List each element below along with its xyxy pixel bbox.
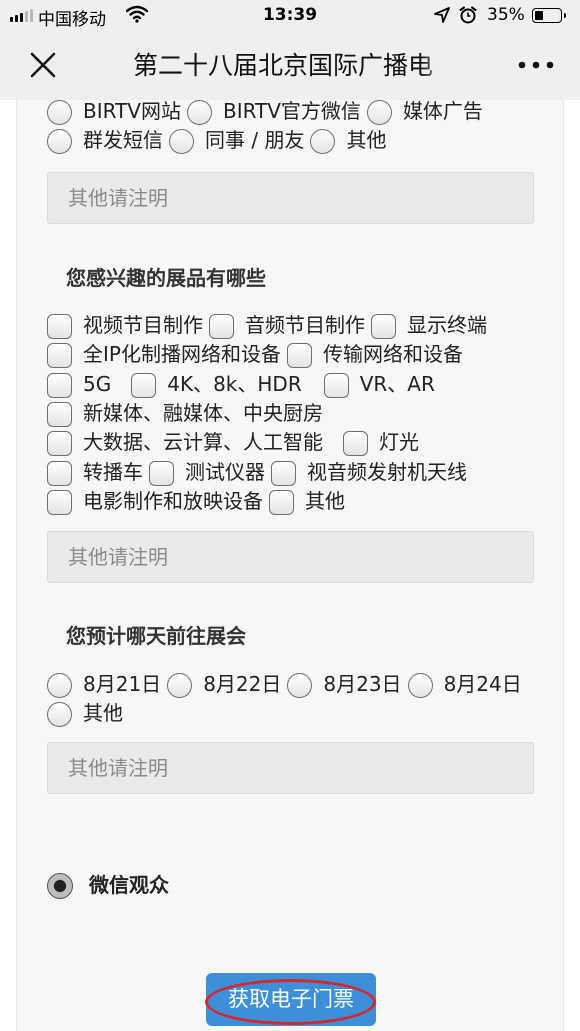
interest-option-transmission[interactable]: 传输网络和设备 [286, 339, 463, 369]
location-arrow-icon [434, 7, 450, 23]
option-row: 群发短信 同事 / 朋友 其他 [47, 125, 553, 155]
option-row: 转播车 测试仪器 视音频发射机天线 [47, 457, 553, 487]
alarm-clock-icon [459, 6, 477, 24]
option-row: 电影制作和放映设备 其他 [47, 486, 553, 516]
interest-option-vr[interactable]: VR、AR [323, 369, 435, 399]
date-option-aug-22[interactable]: 8月22日 [167, 669, 281, 699]
source-option-sms[interactable]: 群发短信 [47, 125, 163, 155]
battery-percent: 35% [487, 5, 525, 25]
option-row: 大数据、云计算、人工智能 灯光 [47, 427, 553, 457]
close-icon[interactable] [28, 50, 58, 80]
date-option-other[interactable]: 其他 [47, 698, 123, 728]
option-row: 5G 4K、8k、HDR VR、AR [47, 369, 553, 399]
interest-option-ip-network[interactable]: 全IP化制播网络和设备 [47, 339, 281, 369]
interest-option-5g[interactable]: 5G [47, 369, 111, 399]
source-option-birtv-wechat[interactable]: BIRTV官方微信 [186, 100, 361, 126]
option-row: 新媒体、融媒体、中央厨房 [47, 398, 553, 428]
source-option-media-ad[interactable]: 媒体广告 [366, 100, 483, 126]
interest-option-new-media[interactable]: 新媒体、融媒体、中央厨房 [47, 398, 323, 428]
wechat-audience-label: 微信观众 [89, 873, 169, 897]
interest-option-video[interactable]: 视频节目制作 [47, 310, 203, 340]
option-row: 全IP化制播网络和设备 传输网络和设备 [47, 339, 553, 369]
date-other-input[interactable] [47, 742, 534, 794]
source-option-other[interactable]: 其他 [310, 125, 386, 155]
date-option-aug-21[interactable]: 8月21日 [47, 669, 161, 699]
interest-option-other[interactable]: 其他 [269, 486, 345, 516]
interest-option-test-instruments[interactable]: 测试仪器 [149, 457, 265, 487]
date-option-aug-23[interactable]: 8月23日 [287, 669, 402, 699]
source-option-colleague[interactable]: 同事 / 朋友 [169, 125, 304, 155]
interest-option-transmitter-antenna[interactable]: 视音频发射机天线 [271, 457, 467, 487]
date-question-label: 您预计哪天前往展会 [66, 624, 246, 648]
interest-option-ob-van[interactable]: 转播车 [47, 457, 143, 487]
interest-option-display[interactable]: 显示终端 [371, 310, 487, 340]
interest-option-big-data[interactable]: 大数据、云计算、人工智能 [47, 427, 323, 457]
battery-icon [532, 8, 566, 23]
source-other-input[interactable] [47, 172, 534, 224]
more-icon[interactable] [518, 59, 554, 71]
option-row: 8月21日 8月22日 8月23日 8月24日 [47, 669, 553, 699]
interest-question-label: 您感兴趣的展品有哪些 [66, 266, 266, 290]
option-row: BIRTV网站 BIRTV官方微信 媒体广告 [47, 100, 553, 126]
interest-option-audio[interactable]: 音频节目制作 [209, 310, 365, 340]
wechat-audience-radio[interactable]: 微信观众 [47, 870, 169, 900]
get-e-ticket-button[interactable]: 获取电子门票 [205, 973, 376, 1026]
selected-radio-icon[interactable] [47, 873, 73, 899]
interest-option-film[interactable]: 电影制作和放映设备 [47, 486, 263, 516]
survey-form: BIRTV网站BIRTV官方微信媒体广告 群发短信同事 / 朋友其他 您感兴趣的… [16, 100, 564, 1031]
date-option-aug-24[interactable]: 8月24日 [407, 669, 522, 699]
interest-other-input[interactable] [47, 531, 534, 583]
option-row: 其他 [47, 698, 553, 728]
source-option-birtv-site[interactable]: BIRTV网站 [47, 100, 181, 126]
status-bar: 中国移动 13:39 35% [0, 0, 580, 32]
page-title: 第二十八届北京国际广播电 [133, 51, 434, 80]
interest-option-lighting[interactable]: 灯光 [343, 427, 419, 457]
highlight-circle [205, 979, 376, 1025]
nav-bar: 第二十八届北京国际广播电 [0, 32, 580, 100]
option-row: 视频节目制作 音频节目制作 显示终端 [47, 310, 553, 340]
interest-option-4k[interactable]: 4K、8k、HDR [131, 369, 302, 399]
